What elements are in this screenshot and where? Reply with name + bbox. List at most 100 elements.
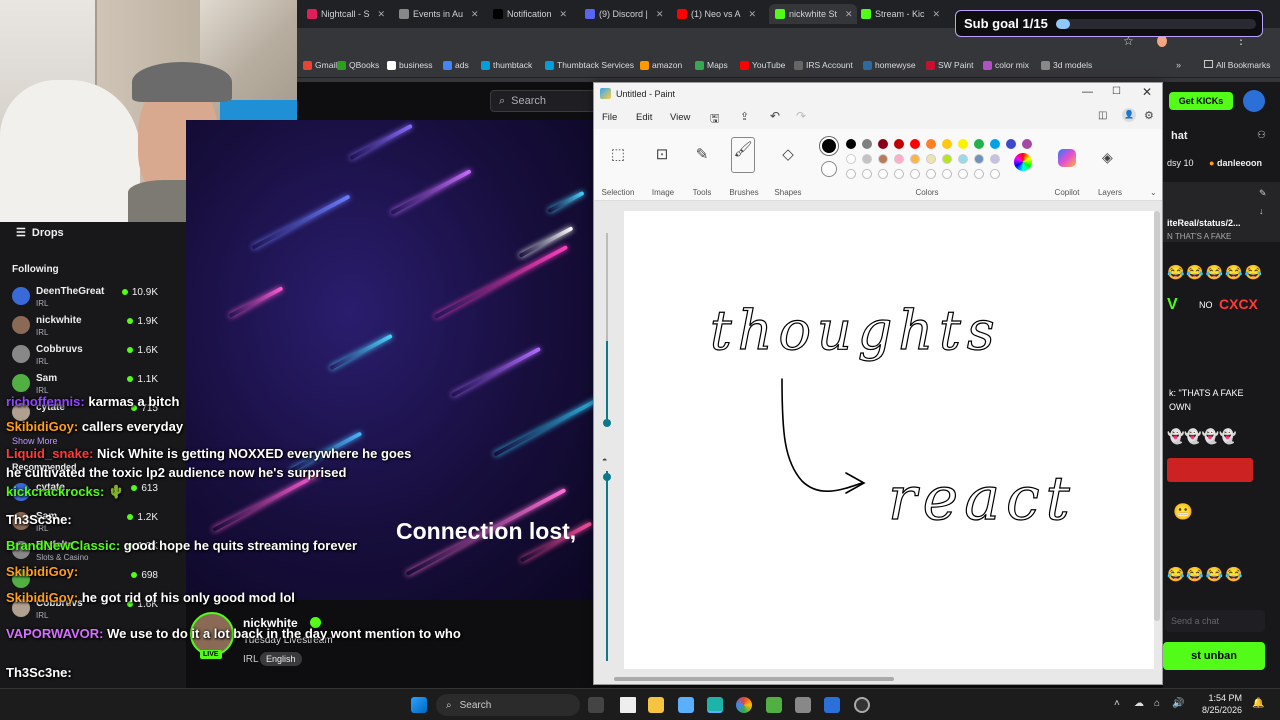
horizontal-scrollbar[interactable] bbox=[614, 677, 894, 681]
copilot-icon[interactable] bbox=[1058, 149, 1076, 167]
drawing-canvas[interactable]: thoughts react bbox=[624, 211, 1154, 669]
chat-username[interactable]: richoffennis: bbox=[6, 394, 85, 409]
file-explorer-icon[interactable] bbox=[648, 697, 664, 713]
palette-swatch[interactable] bbox=[974, 139, 984, 149]
close-tab-icon[interactable]: ✕ bbox=[560, 9, 568, 20]
palette-swatch[interactable] bbox=[990, 154, 1000, 164]
menu-view[interactable]: View bbox=[670, 112, 690, 123]
layers-icon[interactable]: ◈ bbox=[1102, 149, 1113, 166]
bookmark-item[interactable]: Thumbtack Services bbox=[545, 60, 634, 70]
palette-swatch[interactable] bbox=[926, 154, 936, 164]
gear-icon[interactable]: ⚙ bbox=[1144, 109, 1154, 122]
empty-swatch[interactable] bbox=[974, 169, 984, 179]
taskbar-search[interactable]: ⌕ Search bbox=[436, 694, 580, 716]
palette-swatch[interactable] bbox=[990, 139, 1000, 149]
bookmark-item[interactable]: business bbox=[387, 60, 433, 70]
chat-username[interactable]: SkibidiGoy: bbox=[6, 419, 78, 434]
empty-swatch[interactable] bbox=[990, 169, 1000, 179]
windows-start-icon[interactable] bbox=[411, 697, 427, 713]
paint-taskbar-icon[interactable] bbox=[707, 697, 723, 713]
zoom-slider[interactable]: ◓ bbox=[602, 221, 622, 669]
empty-swatch[interactable] bbox=[910, 169, 920, 179]
language-tag[interactable]: English bbox=[260, 652, 302, 666]
bookmark-item[interactable]: YouTube bbox=[740, 60, 785, 70]
empty-swatch[interactable] bbox=[894, 169, 904, 179]
empty-swatch[interactable] bbox=[878, 169, 888, 179]
chevron-down-icon[interactable]: ⌄ bbox=[1150, 188, 1157, 197]
notepad-icon[interactable] bbox=[620, 697, 636, 713]
chat-username[interactable]: Th3Sc3ne: bbox=[6, 512, 72, 527]
browser-tab[interactable]: nickwhite St ✕ bbox=[769, 4, 857, 24]
palette-swatch[interactable] bbox=[942, 154, 952, 164]
palette-swatch[interactable] bbox=[974, 154, 984, 164]
chevron-up-icon[interactable]: ˄ bbox=[1114, 698, 1120, 709]
menu-edit[interactable]: Edit bbox=[636, 112, 652, 123]
palette-swatch[interactable] bbox=[942, 139, 952, 149]
close-tab-icon[interactable]: ✕ bbox=[471, 9, 479, 20]
chat-username[interactable]: Th3Sc3ne: bbox=[6, 665, 72, 680]
arrow-down-icon[interactable]: ↓ bbox=[1259, 206, 1264, 216]
tools-icon[interactable]: ✎ bbox=[690, 143, 714, 167]
palette-swatch[interactable] bbox=[878, 139, 888, 149]
palette-swatch[interactable] bbox=[958, 139, 968, 149]
close-tab-icon[interactable]: ✕ bbox=[656, 9, 664, 20]
bookmark-item[interactable]: QBooks bbox=[337, 60, 379, 70]
empty-swatch[interactable] bbox=[846, 169, 856, 179]
obs-icon[interactable] bbox=[854, 697, 870, 713]
palette-swatch[interactable] bbox=[862, 154, 872, 164]
bookmark-item[interactable]: homewyse bbox=[863, 60, 916, 70]
get-kicks-button[interactable]: Get KICKs bbox=[1169, 92, 1233, 110]
clock[interactable]: 1:54 PM 8/25/2026 bbox=[1198, 693, 1242, 715]
feedback-icon[interactable]: ◫ bbox=[1098, 110, 1107, 121]
chat-username[interactable]: VAPORWAVOR: bbox=[6, 626, 104, 641]
close-button[interactable]: ✕ bbox=[1142, 85, 1152, 99]
all-bookmarks[interactable]: All Bookmarks bbox=[1204, 60, 1270, 70]
drops-link[interactable]: ☰ Drops bbox=[16, 226, 64, 239]
slider-thumb[interactable] bbox=[603, 419, 611, 427]
secondary-color-swatch[interactable] bbox=[821, 161, 837, 177]
bookmark-item[interactable]: color mix bbox=[983, 60, 1029, 70]
chat-username[interactable]: SkibidiGoy: bbox=[6, 564, 78, 579]
network-icon[interactable]: ⌂ bbox=[1154, 698, 1160, 709]
notification-icon[interactable]: 🔔 bbox=[1252, 698, 1264, 709]
shapes-icon[interactable]: ◇ bbox=[776, 143, 800, 167]
chat-username[interactable]: Liquid_snake: bbox=[6, 446, 93, 461]
stream-category[interactable]: IRL bbox=[243, 654, 259, 665]
empty-swatch[interactable] bbox=[926, 169, 936, 179]
primary-color-swatch[interactable] bbox=[820, 137, 838, 155]
browser-tab[interactable]: (9) Discord | ✕ bbox=[585, 4, 673, 24]
browser-tab[interactable]: Events in Au ✕ bbox=[399, 4, 487, 24]
undo-icon[interactable]: ↶ bbox=[770, 109, 780, 123]
brushes-icon[interactable]: 🖌 bbox=[731, 137, 755, 173]
browser-tab[interactable]: Nightcall - S ✕ bbox=[307, 4, 395, 24]
palette-swatch[interactable] bbox=[910, 139, 920, 149]
vertical-scrollbar[interactable] bbox=[1154, 211, 1160, 621]
close-tab-icon[interactable]: ✕ bbox=[378, 9, 386, 20]
browser-tab[interactable]: Notification ✕ bbox=[493, 4, 581, 24]
bookmark-item[interactable]: thumbtack bbox=[481, 60, 532, 70]
task-view-icon[interactable] bbox=[588, 697, 604, 713]
menu-file[interactable]: File bbox=[602, 112, 617, 123]
redo-icon[interactable]: ↷ bbox=[796, 109, 806, 123]
palette-swatch[interactable] bbox=[878, 154, 888, 164]
browser-tab[interactable]: Stream - Kic ✕ bbox=[861, 4, 949, 24]
app-icon[interactable] bbox=[766, 697, 782, 713]
pin-icon[interactable]: ✎ bbox=[1259, 188, 1267, 199]
minimize-button[interactable]: — bbox=[1082, 86, 1093, 98]
palette-swatch[interactable] bbox=[910, 154, 920, 164]
save-icon[interactable]: 🖫 bbox=[710, 110, 719, 129]
palette-swatch[interactable] bbox=[958, 154, 968, 164]
empty-swatch[interactable] bbox=[862, 169, 872, 179]
palette-swatch[interactable] bbox=[894, 154, 904, 164]
share-icon[interactable]: ⇪ bbox=[740, 110, 749, 123]
maximize-button[interactable]: ☐ bbox=[1112, 86, 1121, 97]
twitch-search[interactable]: ⌕ Search bbox=[490, 90, 594, 112]
bookmark-item[interactable]: IRS Account bbox=[794, 60, 853, 70]
account-icon[interactable]: 👤 bbox=[1122, 108, 1136, 122]
calculator-icon[interactable] bbox=[678, 697, 694, 713]
bookmark-item[interactable]: 3d models bbox=[1041, 60, 1092, 70]
sidebar-channel[interactable]: Cobbruvs IRL 1.6K bbox=[12, 342, 182, 370]
avatar[interactable] bbox=[1243, 90, 1265, 112]
palette-swatch[interactable] bbox=[1006, 139, 1016, 149]
chat-username[interactable]: kickcrackrocks: bbox=[6, 484, 104, 499]
